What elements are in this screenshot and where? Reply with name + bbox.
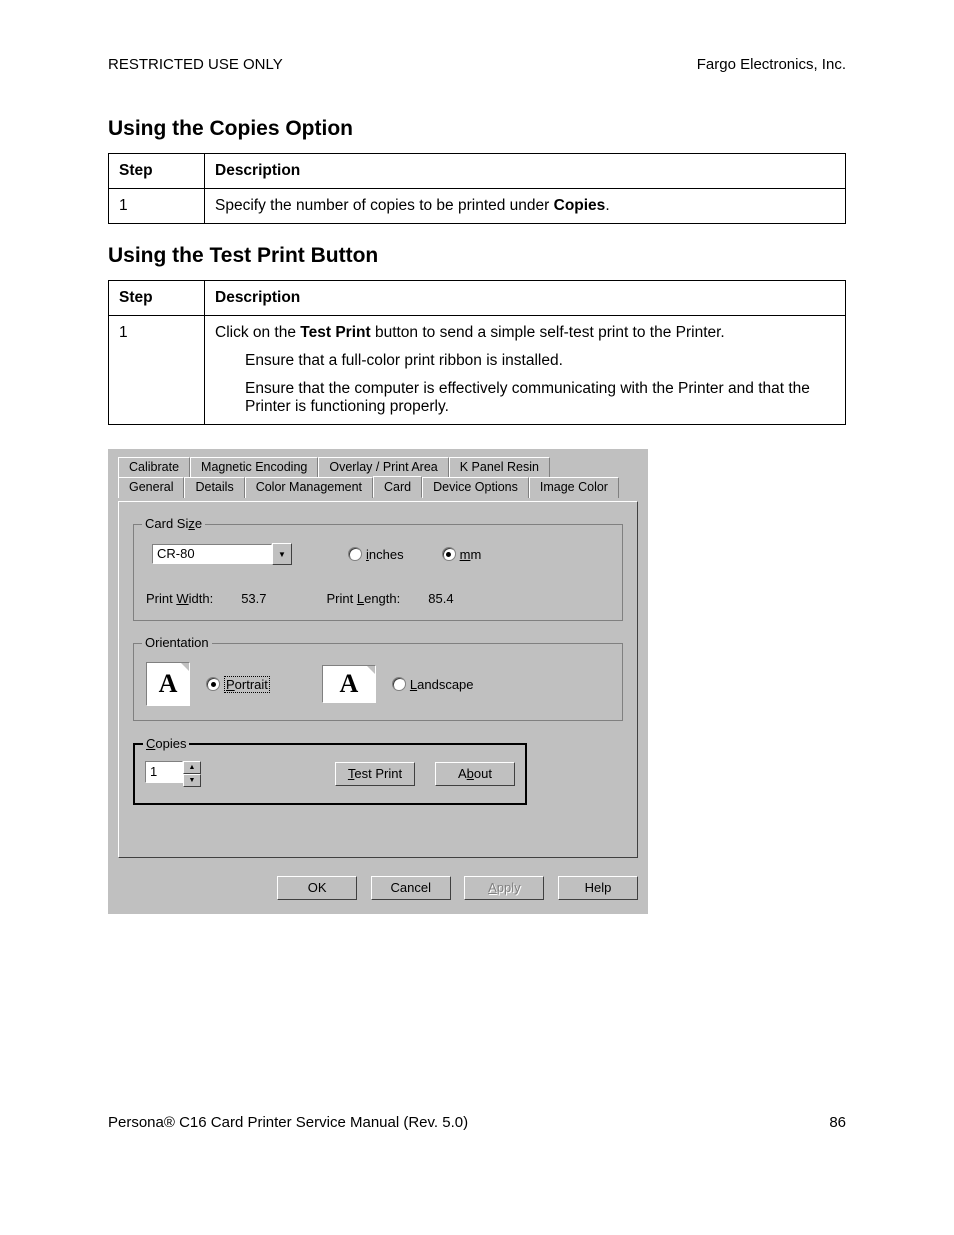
section1-title: Using the Copies Option — [108, 117, 846, 141]
legend-copies: Copies — [143, 736, 189, 751]
radio-inches[interactable]: inches — [348, 547, 404, 562]
legend-card-size: Card Size — [142, 516, 205, 531]
radio-portrait-label: Portrait — [224, 676, 270, 693]
tab-strip: Calibrate Magnetic Encoding Overlay / Pr… — [118, 457, 638, 501]
group-card-size: Card Size CR-80 ▼ inches mm — [133, 524, 623, 621]
tab-k-panel-resin[interactable]: K Panel Resin — [449, 457, 550, 477]
test-print-button[interactable]: Test Print — [335, 762, 415, 786]
radio-portrait[interactable]: Portrait — [206, 676, 270, 693]
cancel-button[interactable]: Cancel — [371, 876, 451, 900]
radio-landscape-label: Landscape — [410, 677, 474, 692]
radio-landscape[interactable]: Landscape — [392, 677, 474, 692]
tab-general[interactable]: General — [118, 477, 184, 498]
tab-calibrate[interactable]: Calibrate — [118, 457, 190, 477]
copies-spinner[interactable]: 1 ▲ ▼ — [145, 761, 201, 787]
card-size-value: CR-80 — [152, 544, 272, 564]
desc2-bold: Test Print — [300, 324, 370, 341]
tab-overlay-print-area[interactable]: Overlay / Print Area — [318, 457, 448, 477]
section2-table: Step Description 1 Click on the Test Pri… — [108, 280, 846, 425]
row1-desc-pre: Specify the number of copies to be print… — [215, 197, 554, 214]
radio-mm-label: mm — [460, 547, 482, 562]
desc2-post: button to send a simple self-test print … — [371, 324, 725, 341]
print-width-value: 53.7 — [241, 591, 266, 606]
print-width-label: Print Width: — [146, 591, 213, 606]
radio-icon — [392, 677, 406, 691]
row1-step: 1 — [109, 189, 205, 224]
radio-icon — [348, 547, 362, 561]
landscape-icon: A — [322, 665, 376, 703]
copies-value[interactable]: 1 — [145, 761, 183, 783]
spin-up-icon[interactable]: ▲ — [183, 761, 201, 774]
section1-table: Step Description 1 Specify the number of… — [108, 153, 846, 224]
legend-orientation: Orientation — [142, 635, 212, 650]
spin-down-icon[interactable]: ▼ — [183, 774, 201, 787]
tab-color-management[interactable]: Color Management — [245, 477, 373, 498]
radio-icon — [442, 547, 456, 561]
tab-card[interactable]: Card — [373, 476, 422, 498]
help-button[interactable]: Help — [558, 876, 638, 900]
page-header: RESTRICTED USE ONLY Fargo Electronics, I… — [108, 56, 846, 73]
th-step2: Step — [109, 281, 205, 316]
tab-magnetic-encoding[interactable]: Magnetic Encoding — [190, 457, 318, 477]
about-button[interactable]: About — [435, 762, 515, 786]
footer-right: 86 — [829, 1114, 846, 1131]
row1-desc-bold: Copies — [554, 197, 606, 214]
page-footer: Persona® C16 Card Printer Service Manual… — [108, 1114, 846, 1131]
dropdown-icon[interactable]: ▼ — [272, 543, 292, 565]
dialog-button-row: OK Cancel Apply Help — [118, 876, 638, 900]
tab-device-options[interactable]: Device Options — [422, 477, 529, 498]
group-copies: Copies 1 ▲ ▼ Test Print About — [133, 743, 527, 805]
radio-icon — [206, 677, 220, 691]
tab-image-color[interactable]: Image Color — [529, 477, 619, 498]
print-length-value: 85.4 — [428, 591, 453, 606]
group-orientation: Orientation A Portrait A Landscape — [133, 643, 623, 721]
row-step2: 1 — [109, 316, 205, 425]
portrait-icon: A — [146, 662, 190, 706]
section2-title: Using the Test Print Button — [108, 244, 846, 268]
header-right: Fargo Electronics, Inc. — [697, 56, 846, 73]
row-desc2: Click on the Test Print button to send a… — [205, 316, 846, 425]
header-left: RESTRICTED USE ONLY — [108, 56, 283, 73]
desc2-sub2: Ensure that the computer is effectively … — [245, 380, 835, 416]
radio-mm[interactable]: mm — [442, 547, 482, 562]
row1-desc-post: . — [605, 197, 609, 214]
th-desc: Description — [205, 154, 846, 189]
th-desc2: Description — [205, 281, 846, 316]
tab-panel-card: Card Size CR-80 ▼ inches mm — [118, 501, 638, 858]
card-size-combo[interactable]: CR-80 ▼ — [152, 543, 292, 565]
footer-left: Persona® C16 Card Printer Service Manual… — [108, 1114, 468, 1131]
tab-details[interactable]: Details — [184, 477, 244, 498]
desc2-sub1: Ensure that a full-color print ribbon is… — [245, 352, 835, 370]
ok-button[interactable]: OK — [277, 876, 357, 900]
radio-inches-label: inches — [366, 547, 404, 562]
desc2-pre: Click on the — [215, 324, 300, 341]
print-length-label: Print Length: — [327, 591, 401, 606]
th-step: Step — [109, 154, 205, 189]
row1-desc: Specify the number of copies to be print… — [205, 189, 846, 224]
apply-button[interactable]: Apply — [464, 876, 544, 900]
printer-properties-dialog: Calibrate Magnetic Encoding Overlay / Pr… — [108, 449, 648, 914]
